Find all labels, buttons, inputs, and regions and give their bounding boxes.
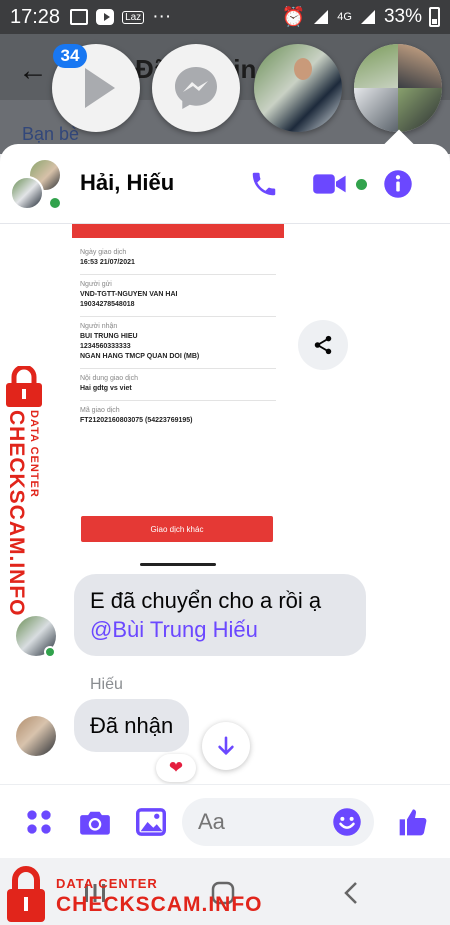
receipt-value: Hai gdtg vs viet — [80, 385, 132, 392]
receipt-date: Ngày giao dịch 16:53 21/07/2021 — [80, 248, 135, 268]
message-bubble[interactable]: Đã nhận — [74, 699, 190, 752]
heart-reaction[interactable]: ❤ — [156, 754, 196, 782]
receipt-value: 19034278548018 — [80, 301, 135, 308]
status-bar: 17:28 Laz ··· ⏰ 4G 33% — [0, 0, 450, 34]
like-button[interactable] — [396, 805, 430, 839]
network-type: 4G — [337, 11, 352, 23]
more-notifications-icon: ··· — [152, 6, 172, 27]
info-button[interactable] — [380, 166, 416, 202]
chat-popup: Hải, Hiếu Ngày giao dịch 16:53 21/07/202… — [0, 144, 450, 858]
share-button[interactable] — [298, 320, 348, 370]
scroll-to-bottom-button[interactable] — [202, 722, 250, 770]
share-icon — [314, 335, 332, 355]
heart-icon: ❤ — [168, 758, 184, 777]
thumbs-up-icon — [399, 809, 427, 836]
alarm-icon: ⏰ — [281, 7, 306, 28]
apps-grid-icon — [27, 810, 51, 834]
gallery-notification-icon — [70, 9, 89, 25]
receipt-label: Nội dung giao dịch — [80, 375, 138, 382]
video-call-button[interactable] — [312, 166, 348, 202]
receipt-label: Người nhận — [80, 323, 118, 330]
status-right: ⏰ 4G 33% — [282, 5, 440, 29]
unread-badge: 34 — [53, 44, 87, 68]
message-bubble[interactable]: E đã chuyển cho a rồi ạ @Bùi Trung Hiếu — [74, 574, 366, 656]
receipt-content: Nội dung giao dịch Hai gdtg vs viet — [80, 374, 138, 394]
contact-chat-head-hai[interactable] — [254, 44, 342, 132]
receipt-divider — [80, 400, 276, 401]
receipt-label: Ngày giao dịch — [80, 249, 127, 256]
gallery-button[interactable] — [134, 805, 168, 839]
image-icon — [136, 808, 166, 836]
online-indicator — [48, 196, 62, 210]
receipt-value: 1234560333333 — [80, 343, 131, 350]
back-arrow-icon[interactable]: ← — [18, 54, 48, 88]
avatar-face — [294, 58, 312, 80]
watermark-bottom-sub: DATA CENTER — [56, 876, 158, 891]
receipt-divider — [80, 316, 276, 317]
chat-title[interactable]: Hải, Hiếu — [80, 170, 174, 196]
video-camera-icon — [313, 174, 346, 194]
messenger-icon — [175, 67, 217, 109]
receipt-home-indicator — [140, 563, 216, 566]
receipt-divider — [80, 368, 276, 369]
chat-header: Hải, Hiếu — [0, 144, 450, 224]
back-button[interactable] — [336, 878, 366, 908]
apps-button[interactable] — [22, 805, 56, 839]
receipt-value: 16:53 21/07/2021 — [80, 259, 135, 266]
notification-icons: Laz ··· — [70, 6, 171, 28]
receipt-value: VND-TGTT-NGUYEN VAN HAI — [80, 291, 178, 298]
watermark-side-brand: CHECKSCAM.INFO — [5, 410, 28, 617]
receipt-code: Mã giao dịch FT21202160803075 (542237691… — [80, 406, 193, 426]
youtube-notification-icon — [96, 9, 115, 25]
receipt-sender: Người gửi VND-TGTT-NGUYEN VAN HAI 190342… — [80, 280, 177, 310]
sender-name: Hiếu — [90, 676, 123, 693]
member-avatar — [10, 176, 44, 210]
message-text: Đã nhận — [90, 713, 174, 738]
receipt-label: Người gửi — [80, 281, 112, 288]
camera-icon — [80, 811, 110, 835]
group-chat-head[interactable] — [354, 44, 442, 132]
messenger-chat-head[interactable] — [152, 44, 240, 132]
receipt-receiver: Người nhận BUI TRUNG HIEU 1234560333333 … — [80, 322, 199, 362]
transfer-receipt-image[interactable]: Ngày giao dịch 16:53 21/07/2021 Người gử… — [72, 224, 284, 566]
lazada-notification-icon: Laz — [122, 10, 145, 24]
message-composer — [0, 784, 450, 858]
signal-icon-2 — [360, 10, 375, 24]
receipt-label: Mã giao dịch — [80, 407, 120, 414]
signal-icon — [314, 10, 329, 24]
background-friends-link: Bạn bè — [22, 124, 80, 144]
sender-avatar[interactable] — [16, 716, 56, 756]
receipt-value: BUI TRUNG HIEU — [80, 333, 138, 340]
group-avatar-quadrant — [398, 88, 442, 132]
online-indicator — [44, 646, 56, 658]
message-list[interactable]: Ngày giao dịch 16:53 21/07/2021 Người gử… — [0, 224, 450, 784]
chevron-left-icon — [344, 882, 357, 904]
receipt-value: NGAN HANG TMCP QUAN DOI (MB) — [80, 353, 200, 360]
arrow-down-icon — [218, 736, 234, 755]
phone-icon — [252, 172, 276, 196]
battery-percent: 33% — [383, 6, 422, 27]
receipt-divider — [80, 274, 276, 275]
group-avatar[interactable] — [10, 158, 62, 210]
group-avatar-quadrant — [398, 44, 442, 88]
voice-call-button[interactable] — [246, 166, 282, 202]
watermark-lock-icon — [7, 866, 45, 922]
video-active-dot — [356, 179, 367, 190]
group-avatar-quadrant — [354, 88, 398, 132]
emoji-icon[interactable] — [332, 807, 362, 837]
mention-link[interactable]: @Bùi Trung Hiếu — [90, 615, 350, 644]
group-avatar-quadrant — [354, 44, 398, 88]
watermark-side-sub: DATA CENTER — [28, 410, 40, 498]
receipt-header-band — [72, 224, 284, 238]
battery-icon — [429, 7, 440, 27]
status-time: 17:28 — [10, 5, 61, 28]
receipt-other-transaction-button: Giao dịch khác — [81, 516, 273, 542]
receipt-value: FT21202160803075 (54223769195) — [80, 417, 193, 424]
message-text: E đã chuyển cho a rồi ạ — [90, 588, 322, 613]
camera-button[interactable] — [78, 805, 112, 839]
watermark-lock-icon — [6, 366, 42, 407]
info-icon — [384, 170, 412, 198]
watermark-bottom-brand: CHECKSCAM.INFO — [56, 893, 263, 916]
